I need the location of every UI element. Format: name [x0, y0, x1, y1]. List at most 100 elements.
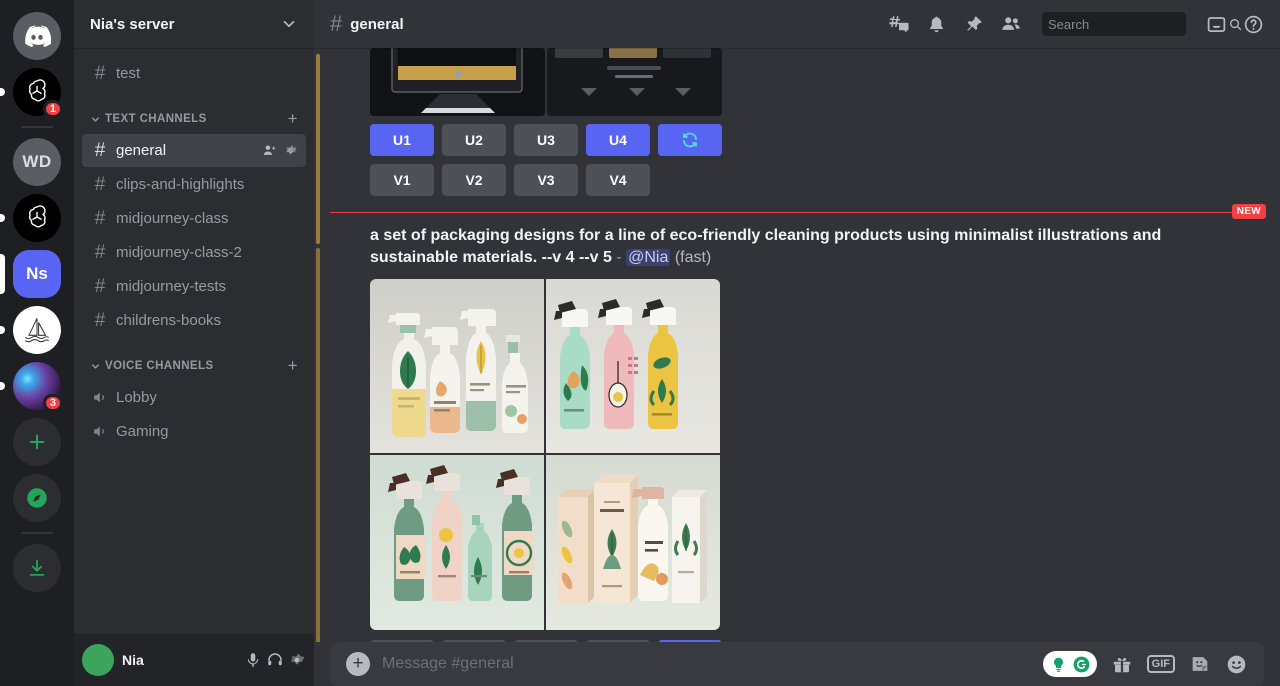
variation-v4-button[interactable]: V4: [586, 164, 650, 196]
add-server-button[interactable]: [13, 418, 61, 466]
user-settings-gear-icon[interactable]: [288, 651, 306, 669]
grammarly-assistant-icon[interactable]: [1042, 651, 1097, 677]
variation-v2-button[interactable]: V2: [442, 164, 506, 196]
channel-label: Lobby: [116, 389, 157, 406]
download-icon: [13, 544, 61, 592]
rail-divider: [21, 126, 53, 128]
upscale-u2-button[interactable]: U2: [442, 124, 506, 156]
category-label: TEXT CHANNELS: [105, 113, 207, 125]
variation-v1-button[interactable]: V1: [370, 164, 434, 196]
upscale-button-row-previous: U1 U2 U3 U4: [370, 124, 1264, 156]
generated-image-grid[interactable]: [370, 279, 720, 630]
explore-servers-button[interactable]: [13, 474, 61, 522]
gift-icon[interactable]: [1111, 653, 1133, 675]
hash-icon: #: [94, 310, 106, 331]
variation-v3-button[interactable]: V3: [514, 164, 578, 196]
speaker-icon: [90, 389, 110, 406]
threads-icon[interactable]: [888, 13, 910, 35]
server-rail: 1 WD Ns 3: [0, 0, 74, 686]
message-input[interactable]: [382, 655, 1031, 673]
channel-label: midjourney-class-2: [116, 244, 242, 261]
prompt-separator: -: [616, 249, 622, 266]
user-mention[interactable]: @Nia: [626, 249, 671, 266]
attachment-preview-previous[interactable]: [370, 48, 722, 116]
attachment-thumb-right[interactable]: [547, 48, 722, 116]
search-box[interactable]: [1042, 12, 1242, 36]
server-initials: WD: [13, 138, 61, 186]
hash-icon: #: [94, 276, 106, 297]
mute-microphone-button[interactable]: [244, 651, 262, 669]
pinned-messages-icon[interactable]: [963, 14, 984, 35]
prompt-body: a set of packaging designs for a line of…: [370, 227, 1162, 266]
gif-icon[interactable]: GIF: [1146, 654, 1175, 674]
grammarly-logo-icon: [1072, 655, 1091, 674]
reroll-refresh-button[interactable]: [658, 640, 722, 642]
unread-badge: 1: [42, 100, 63, 118]
member-list-icon[interactable]: [1000, 13, 1022, 35]
sidebar-channel-test[interactable]: # test: [82, 57, 306, 90]
category-voice-channels[interactable]: VOICE CHANNELS +: [74, 338, 314, 380]
upscale-u1-button[interactable]: U1: [370, 640, 434, 642]
channel-settings-gear-icon[interactable]: [283, 143, 298, 158]
upscale-u3-button[interactable]: U3: [514, 640, 578, 642]
search-input[interactable]: [1048, 16, 1224, 32]
composer-area: + GIF: [314, 642, 1280, 686]
server-wd[interactable]: WD: [13, 138, 61, 186]
sidebar-channel-midjourney-class-2[interactable]: # midjourney-class-2: [82, 236, 306, 269]
add-voice-channel-button[interactable]: +: [288, 356, 306, 376]
hash-icon: #: [94, 242, 106, 263]
upscale-u4-button[interactable]: U4: [586, 640, 650, 642]
chevron-down-icon: [90, 114, 101, 125]
invite-member-icon[interactable]: [262, 143, 277, 158]
deafen-button[interactable]: [266, 651, 284, 669]
unread-indicator: [0, 382, 5, 390]
server-header-dropdown[interactable]: Nia's server: [74, 0, 314, 48]
sidebar-channel-general[interactable]: # general: [82, 134, 306, 167]
sidebar-channel-midjourney-tests[interactable]: # midjourney-tests: [82, 270, 306, 303]
discord-app-window: 1 WD Ns 3 Nia's server # test TEXT CHANN…: [0, 0, 1280, 686]
openai-logo-icon: [13, 194, 61, 242]
sidebar-channel-gaming[interactable]: Gaming: [82, 415, 306, 448]
hash-icon: #: [330, 11, 343, 36]
speaker-icon: [90, 423, 110, 440]
server-nebula[interactable]: 3: [0, 362, 63, 412]
upscale-u4-button[interactable]: U4: [586, 124, 650, 156]
server-nias-server[interactable]: Ns: [0, 250, 61, 298]
reroll-refresh-button[interactable]: [658, 124, 722, 156]
upscale-u1-button[interactable]: U1: [370, 124, 434, 156]
username: Nia: [122, 652, 144, 668]
sailboat-icon: [13, 306, 61, 354]
server-openai-2[interactable]: [0, 194, 61, 242]
sidebar-channel-clips-and-highlights[interactable]: # clips-and-highlights: [82, 168, 306, 201]
server-discord-home[interactable]: [13, 12, 61, 60]
hash-icon: #: [94, 208, 106, 229]
user-panel[interactable]: Nia: [74, 634, 314, 686]
channel-label: test: [116, 65, 141, 82]
sidebar-channel-childrens-books[interactable]: # childrens-books: [82, 304, 306, 337]
emoji-icon[interactable]: [1225, 653, 1248, 676]
upscale-u2-button[interactable]: U2: [442, 640, 506, 642]
chevron-down-icon: [90, 361, 101, 372]
message-list: U1 U2 U3 U4 V1 V2 V3 V4 NEW a set of pac…: [314, 48, 1280, 642]
unread-indicator: [0, 88, 5, 96]
sticker-icon[interactable]: [1189, 653, 1211, 675]
server-openai-1[interactable]: 1: [0, 68, 63, 118]
message-composer[interactable]: + GIF: [330, 642, 1264, 686]
sidebar-channel-midjourney-class[interactable]: # midjourney-class: [82, 202, 306, 235]
prompt-text: a set of packaging designs for a line of…: [370, 213, 1200, 269]
unread-indicator: [0, 326, 5, 334]
category-text-channels[interactable]: TEXT CHANNELS +: [74, 91, 314, 133]
discord-logo-icon: [13, 12, 61, 60]
help-icon[interactable]: [1243, 14, 1264, 35]
notifications-bell-icon[interactable]: [926, 14, 947, 35]
attachment-thumb-left[interactable]: [370, 48, 545, 116]
sidebar-channel-lobby[interactable]: Lobby: [82, 381, 306, 414]
rail-divider-2: [21, 532, 53, 534]
inbox-icon[interactable]: [1206, 14, 1227, 35]
upload-attachment-button[interactable]: +: [346, 652, 370, 676]
avatar[interactable]: [82, 644, 114, 676]
upscale-u3-button[interactable]: U3: [514, 124, 578, 156]
download-apps-button[interactable]: [13, 544, 61, 592]
server-midjourney[interactable]: [0, 306, 61, 354]
add-text-channel-button[interactable]: +: [288, 109, 306, 129]
